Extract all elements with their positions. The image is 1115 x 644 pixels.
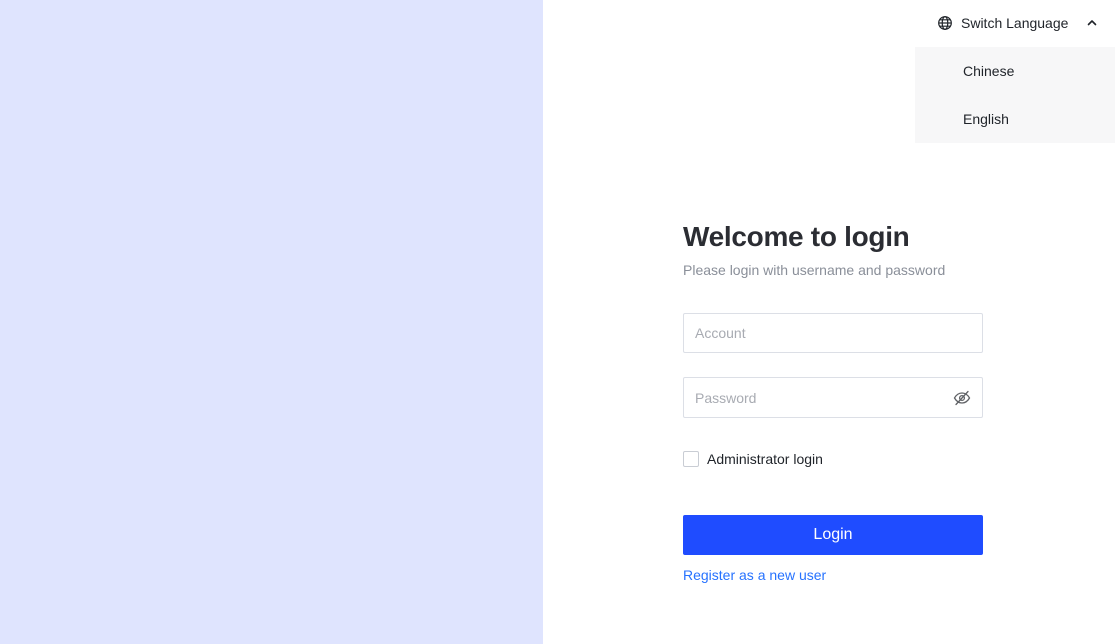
language-switcher[interactable]: Switch Language — [937, 12, 1102, 34]
decorative-left-panel — [0, 0, 543, 644]
password-field — [683, 377, 983, 418]
password-input[interactable] — [684, 378, 982, 417]
eye-off-icon[interactable] — [953, 390, 971, 406]
admin-login-label: Administrator login — [707, 451, 823, 467]
chevron-up-icon — [1086, 17, 1098, 29]
globe-icon — [937, 15, 953, 31]
register-link[interactable]: Register as a new user — [683, 566, 826, 584]
admin-login-checkbox[interactable] — [683, 451, 699, 467]
language-dropdown-menu: Chinese English — [915, 47, 1115, 143]
login-page: Switch Language Chinese English Welcome … — [0, 0, 1115, 644]
language-switcher-label: Switch Language — [961, 15, 1069, 31]
page-title: Welcome to login — [683, 221, 910, 252]
account-input[interactable] — [684, 314, 982, 352]
page-subtitle: Please login with username and password — [683, 262, 946, 278]
login-button[interactable]: Login — [683, 515, 983, 555]
admin-login-option[interactable]: Administrator login — [683, 451, 823, 467]
language-option-english[interactable]: English — [915, 95, 1115, 143]
language-option-chinese[interactable]: Chinese — [915, 47, 1115, 95]
account-field — [683, 313, 983, 353]
